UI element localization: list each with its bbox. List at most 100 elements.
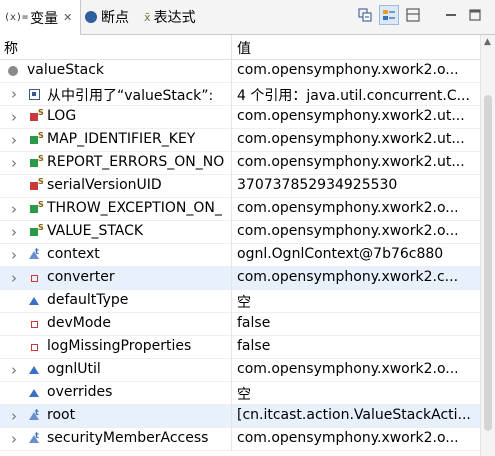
variable-name: valueStack <box>27 62 104 78</box>
expand-chevron-icon[interactable]: › <box>9 223 19 241</box>
variable-name: root <box>47 407 76 423</box>
tree-row[interactable]: › S VALUE_STACK com.opensymphony.xwork2.… <box>0 221 480 244</box>
variable-name: MAP_IDENTIFIER_KEY <box>47 131 196 147</box>
expand-chevron-icon[interactable]: › <box>9 131 19 149</box>
variable-value: com.opensymphony.xwork2.o... <box>237 430 459 446</box>
tree-row[interactable]: › S MAP_IDENTIFIER_KEY com.opensymphony.… <box>0 129 480 152</box>
tree-row[interactable]: defaultType 空 <box>0 290 480 313</box>
private-field-icon <box>27 317 41 331</box>
layout-icon[interactable] <box>403 5 423 25</box>
collapse-icon[interactable] <box>355 5 375 25</box>
variables-tree: valueStack com.opensymphony.xwork2.o... … <box>0 60 480 456</box>
public-static-final-field-icon: S <box>27 155 44 170</box>
variable-value: com.opensymphony.xwork2.o... <box>237 200 459 216</box>
show-type-names-icon[interactable] <box>379 5 399 25</box>
vertical-scrollbar[interactable]: ▲ <box>480 35 495 456</box>
variable-name: LOG <box>47 108 77 124</box>
variable-value: com.opensymphony.xwork2.o... <box>237 223 459 239</box>
variable-name: overrides <box>47 384 113 400</box>
tree-row[interactable]: › S THROW_EXCEPTION_ON_ com.opensymphony… <box>0 198 480 221</box>
tab-expressions[interactable]: x̄ 表达式 <box>144 0 196 34</box>
public-static-final-field-icon: S <box>27 224 44 239</box>
variable-value: 空 <box>237 387 251 403</box>
local-variable-icon <box>6 64 20 78</box>
tree-row[interactable]: › 从中引用了“valueStack”: 4 个引用：java.util.con… <box>0 83 480 106</box>
variable-value: false <box>237 315 271 331</box>
tab-breakpoints-label: 断点 <box>101 10 129 26</box>
tab-breakpoints[interactable]: 断点 <box>85 0 129 34</box>
variable-name: REPORT_ERRORS_ON_NO <box>47 154 225 170</box>
variable-value: com.opensymphony.xwork2.ut... <box>237 131 465 147</box>
expressions-icon: x̄ <box>144 10 151 24</box>
column-header: 称 值 <box>0 35 480 60</box>
breakpoint-icon <box>85 11 97 23</box>
tree-row-highlighted[interactable]: › t root [cn.itcast.action.ValueStackAct… <box>0 405 480 428</box>
minimize-icon[interactable] <box>441 5 461 25</box>
public-static-final-field-icon: S <box>27 201 44 216</box>
tree-row[interactable]: logMissingProperties false <box>0 336 480 359</box>
private-field-icon <box>27 271 41 285</box>
private-static-final-field-icon: S <box>27 109 44 124</box>
variable-value: 空 <box>237 295 251 311</box>
tree-row-selected[interactable]: › converter com.opensymphony.xwork2.c... <box>0 267 480 290</box>
view-tab-bar: (x)= 变量 ✕ 断点 x̄ 表达式 <box>0 0 495 35</box>
scrollbar-thumb[interactable] <box>484 95 492 431</box>
column-divider[interactable] <box>231 35 232 59</box>
variable-name: logMissingProperties <box>47 338 192 354</box>
references-icon <box>27 87 41 101</box>
protected-field-icon: t <box>27 432 41 446</box>
expand-chevron-icon[interactable]: › <box>9 108 19 126</box>
protected-field-icon: t <box>27 248 41 262</box>
expand-chevron-icon[interactable]: › <box>9 407 19 425</box>
tree-row[interactable]: › S REPORT_ERRORS_ON_NO com.opensymphony… <box>0 152 480 175</box>
public-static-final-field-icon: S <box>27 132 44 147</box>
variable-value: com.opensymphony.xwork2.c... <box>237 269 459 285</box>
expand-chevron-icon[interactable]: › <box>9 269 19 287</box>
tree-row[interactable]: overrides 空 <box>0 382 480 405</box>
variable-value: com.opensymphony.xwork2.o... <box>237 62 459 78</box>
maximize-icon[interactable] <box>465 5 485 25</box>
variable-value: 4 个引用：java.util.concurrent.C... <box>237 88 470 104</box>
tree-row[interactable]: › t securityMemberAccess com.opensymphon… <box>0 428 480 451</box>
variable-value: com.opensymphony.xwork2.o... <box>237 361 459 377</box>
tree-row[interactable]: valueStack com.opensymphony.xwork2.o... <box>0 60 480 83</box>
expand-chevron-icon[interactable]: › <box>9 200 19 218</box>
view-toolbar <box>355 5 485 25</box>
name-column-header[interactable]: 称 <box>4 38 18 58</box>
scroll-up-arrow-icon[interactable]: ▲ <box>484 37 491 47</box>
default-field-icon <box>27 386 41 400</box>
variables-icon: (x)= <box>4 12 29 23</box>
expand-chevron-icon[interactable]: › <box>9 154 19 172</box>
variable-name: ognlUtil <box>47 361 101 377</box>
tree-row[interactable]: S serialVersionUID 370737852934925530 <box>0 175 480 198</box>
tree-row[interactable]: › ognlUtil com.opensymphony.xwork2.o... <box>0 359 480 382</box>
variable-value: [cn.itcast.action.ValueStackActi... <box>237 407 471 423</box>
default-field-icon <box>27 294 41 308</box>
expand-chevron-icon[interactable]: › <box>9 361 19 379</box>
variable-value: false <box>237 338 271 354</box>
variable-value: ognl.OgnlContext@7b76c880 <box>237 246 444 262</box>
variable-name: VALUE_STACK <box>47 223 144 239</box>
expand-chevron-icon[interactable]: › <box>9 430 19 448</box>
variable-name: securityMemberAccess <box>47 430 209 446</box>
variable-name: defaultType <box>47 292 129 308</box>
tree-row[interactable]: › S LOG com.opensymphony.xwork2.ut... <box>0 106 480 129</box>
variable-value: com.opensymphony.xwork2.ut... <box>237 154 465 170</box>
variable-value: com.opensymphony.xwork2.ut... <box>237 108 465 124</box>
private-field-icon <box>27 340 41 354</box>
variable-name: serialVersionUID <box>47 177 162 193</box>
private-static-final-field-icon: S <box>27 178 44 193</box>
variable-name: devMode <box>47 315 111 331</box>
tab-variables[interactable]: (x)= 变量 ✕ <box>0 0 81 35</box>
expand-chevron-icon[interactable]: › <box>9 85 19 103</box>
tree-row[interactable]: devMode false <box>0 313 480 336</box>
tree-row[interactable]: › t context ognl.OgnlContext@7b76c880 <box>0 244 480 267</box>
tab-expressions-label: 表达式 <box>153 10 196 26</box>
protected-field-icon: t <box>27 409 41 423</box>
variable-name: converter <box>47 269 115 285</box>
value-column-header[interactable]: 值 <box>237 38 251 58</box>
tab-variables-label: 变量 <box>30 10 59 27</box>
expand-chevron-icon[interactable]: › <box>9 246 19 264</box>
close-icon[interactable]: ✕ <box>63 11 72 24</box>
variable-name: THROW_EXCEPTION_ON_ <box>47 200 222 216</box>
